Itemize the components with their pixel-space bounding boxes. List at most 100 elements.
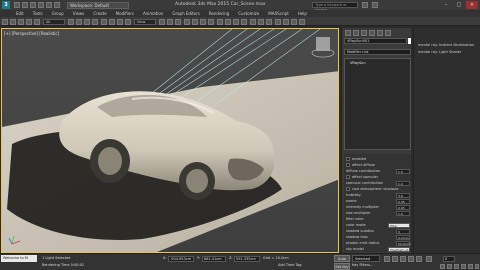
render-setup-icon[interactable] <box>283 18 289 25</box>
menu-customize[interactable]: Customize <box>238 11 259 16</box>
edit-named-selection-icon[interactable] <box>217 18 223 25</box>
selection-filter-dropdown[interactable]: All <box>43 18 65 25</box>
spinner-snap-icon[interactable] <box>208 18 214 25</box>
play-icon[interactable] <box>400 256 406 262</box>
rotate-icon[interactable] <box>109 18 115 25</box>
rectangular-selection-icon[interactable] <box>84 18 90 25</box>
place-icon[interactable] <box>125 18 131 25</box>
maxscript-listener[interactable]: Welcome to M <box>1 255 37 262</box>
z-coordinate-field[interactable]: 591.335cm <box>234 256 260 262</box>
close-icon[interactable]: × <box>466 1 478 9</box>
motion-tab-icon[interactable] <box>369 30 375 36</box>
zoom-extents-icon[interactable] <box>454 264 459 269</box>
menu-help[interactable]: Help <box>298 11 307 16</box>
schematic-view-icon[interactable] <box>266 18 272 25</box>
utilities-tab-icon[interactable] <box>385 30 391 36</box>
viewport-label[interactable]: [+] [Perspective] [Realistic] <box>4 31 59 36</box>
unlink-icon[interactable] <box>26 18 32 25</box>
previous-frame-icon[interactable] <box>392 256 398 262</box>
scale-icon[interactable] <box>117 18 123 25</box>
param-checkbox[interactable] <box>346 187 350 191</box>
zoom-icon[interactable] <box>440 264 445 269</box>
stack-item-vraysun[interactable]: VRaySun <box>347 61 407 66</box>
create-tab-icon[interactable] <box>345 30 351 36</box>
param-dropdown[interactable]: Preetham et al. <box>388 247 413 252</box>
rendered-frame-window-icon[interactable] <box>291 18 297 25</box>
redo-icon[interactable] <box>46 2 52 8</box>
object-name-field[interactable]: VRaySun001 <box>344 38 407 44</box>
pan-icon[interactable] <box>461 264 466 269</box>
display-tab-icon[interactable] <box>377 30 383 36</box>
menu-tools[interactable]: Tools <box>33 11 43 16</box>
workspace-dropdown[interactable]: Workspace: Default <box>67 2 129 9</box>
window-crossing-icon[interactable] <box>92 18 98 25</box>
orbit-icon[interactable] <box>468 264 473 269</box>
param-checkbox[interactable] <box>346 175 350 179</box>
next-frame-icon[interactable] <box>408 256 414 262</box>
percent-snap-icon[interactable] <box>200 18 206 25</box>
key-set-dropdown[interactable]: Selected <box>352 255 380 262</box>
minimize-icon[interactable]: – <box>440 1 452 9</box>
light-shader-item[interactable]: mental ray: Light Shader <box>418 50 461 54</box>
go-to-end-icon[interactable] <box>416 256 422 262</box>
select-by-name-icon[interactable] <box>76 18 82 25</box>
bind-space-warp-icon[interactable] <box>34 18 40 25</box>
modifier-stack[interactable]: VRaySun <box>344 58 411 150</box>
menu-group[interactable]: Group <box>52 11 64 16</box>
maximize-icon[interactable]: □ <box>453 1 465 9</box>
menu-create[interactable]: Create <box>93 11 106 16</box>
align-icon[interactable] <box>233 18 239 25</box>
select-object-icon[interactable] <box>68 18 74 25</box>
mirror-icon[interactable] <box>225 18 231 25</box>
link-icon[interactable] <box>18 18 24 25</box>
angle-snap-icon[interactable] <box>192 18 198 25</box>
indirect-illumination-item[interactable]: mental ray: Indirect Illumination <box>418 43 474 47</box>
select-manipulate-icon[interactable] <box>167 18 173 25</box>
hierarchy-tab-icon[interactable] <box>361 30 367 36</box>
zoom-all-icon[interactable] <box>447 264 452 269</box>
keyboard-shortcut-icon[interactable] <box>175 18 181 25</box>
menu-maxscript[interactable]: MAXScript <box>268 11 289 16</box>
app-logo[interactable]: 3 <box>2 1 10 9</box>
go-to-start-icon[interactable] <box>384 256 390 262</box>
layer-manager-icon[interactable] <box>241 18 247 25</box>
redo-toolbar-icon[interactable] <box>10 18 16 25</box>
move-icon[interactable] <box>101 18 107 25</box>
param-checkbox[interactable] <box>346 163 350 167</box>
menu-rendering[interactable]: Rendering <box>209 11 229 16</box>
key-filters-button[interactable]: Key Filters... <box>352 263 373 267</box>
maximize-viewport-icon[interactable] <box>475 264 479 269</box>
undo-toolbar-icon[interactable] <box>2 18 8 25</box>
curve-editor-icon[interactable] <box>258 18 264 25</box>
key-mode-icon[interactable] <box>426 256 432 262</box>
param-checkbox[interactable] <box>346 157 350 161</box>
material-editor-icon[interactable] <box>275 18 281 25</box>
menu-graph-editors[interactable]: Graph Editors <box>172 11 199 16</box>
y-coordinate-field[interactable]: 861.41cm <box>202 256 226 262</box>
help-icon[interactable] <box>372 2 378 8</box>
object-color-swatch[interactable] <box>408 38 411 44</box>
search-input[interactable]: Type a keyword or phrase <box>312 2 358 12</box>
x-coordinate-field[interactable]: -904.953cm <box>168 256 194 262</box>
add-time-tag-button[interactable]: Add Time Tag <box>278 263 302 267</box>
open-file-icon[interactable] <box>22 2 28 8</box>
current-frame-field[interactable]: 0 <box>443 256 455 262</box>
snaps-toggle-icon[interactable] <box>184 18 190 25</box>
graphite-toolbar-icon[interactable] <box>250 18 256 25</box>
modify-tab-icon[interactable] <box>353 30 359 36</box>
undo-icon[interactable] <box>38 2 44 8</box>
menu-modifiers[interactable]: Modifiers <box>116 11 134 16</box>
menu-animation[interactable]: Animation <box>143 11 163 16</box>
new-file-icon[interactable] <box>14 2 20 8</box>
search-icon[interactable] <box>362 2 368 8</box>
reference-coordinate-dropdown[interactable]: View <box>134 18 156 25</box>
project-folder-icon[interactable] <box>54 2 60 8</box>
auto-key-button[interactable]: Auto Key <box>334 255 350 267</box>
menu-edit[interactable]: Edit <box>16 11 24 16</box>
menu-views[interactable]: Views <box>73 11 85 16</box>
render-production-icon[interactable] <box>299 18 305 25</box>
set-key-button[interactable]: Set Key <box>334 263 350 270</box>
perspective-viewport[interactable]: [+] [Perspective] [Realistic] <box>1 28 339 253</box>
pivot-center-icon[interactable] <box>159 18 165 25</box>
save-file-icon[interactable] <box>30 2 36 8</box>
